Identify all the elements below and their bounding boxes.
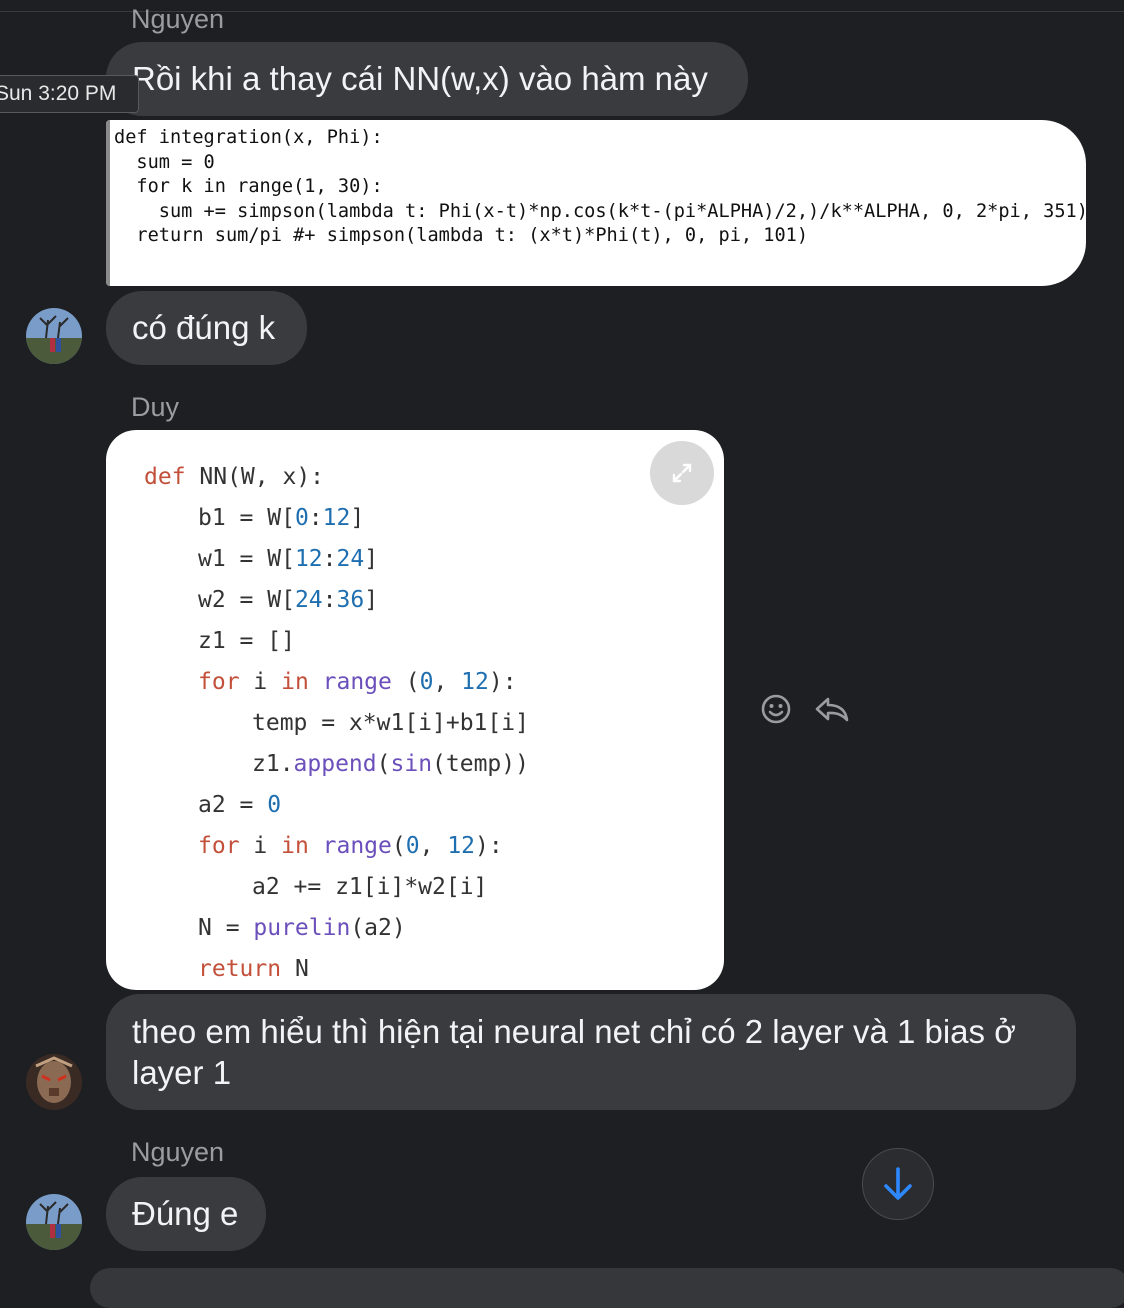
code-line: b1 = W[0:12]	[198, 505, 365, 531]
message-actions	[760, 693, 850, 725]
code-line: a2 = 0	[198, 792, 282, 818]
expand-icon	[672, 463, 692, 483]
avatar-photo-icon	[26, 1194, 82, 1250]
code-line: z1 = []	[198, 628, 295, 654]
expand-button[interactable]	[650, 441, 714, 505]
timestamp-tooltip: Sun 3:20 PM	[0, 75, 139, 113]
image-border	[106, 120, 110, 286]
message-bubble[interactable]: Đúng e	[106, 1177, 266, 1251]
message-bubble[interactable]: có đúng k	[106, 291, 307, 365]
code-line: N = purelin(a2)	[198, 915, 406, 941]
message-text: Rồi khi a thay cái NN(w,x) vào hàm này	[132, 60, 708, 97]
code-line: def NN(W, x):	[144, 464, 325, 490]
sender-name: Nguyen	[131, 1137, 225, 1167]
message-text: Đúng e	[132, 1195, 239, 1232]
message-bubble[interactable]: theo em hiểu thì hiện tại neural net chỉ…	[106, 994, 1076, 1110]
code-line: return N	[198, 956, 309, 982]
code-line: sum += simpson(lambda t: Phi(x-t)*np.cos…	[114, 200, 1086, 222]
message-text: theo em hiểu thì hiện tại neural net chỉ…	[132, 1013, 1016, 1050]
sender-name: Nguyen	[131, 4, 225, 34]
code-line: for k in range(1, 30):	[114, 176, 383, 198]
avatar-photo-icon	[26, 1054, 82, 1110]
code-line: sum = 0	[114, 151, 215, 173]
code-line: w2 = W[24:36]	[198, 587, 379, 613]
avatar-photo-icon	[26, 308, 82, 364]
code-line: def integration(x, Phi):	[114, 127, 383, 148]
avatar[interactable]	[26, 1054, 82, 1110]
avatar[interactable]	[26, 1194, 82, 1250]
code-image-attachment[interactable]: def NN(W, x): b1 = W[0:12] w1 = W[12:24]…	[106, 430, 724, 990]
sender-name: Duy	[131, 392, 180, 422]
code-line: for i in range(0, 12):	[198, 833, 503, 859]
smiley-icon[interactable]	[760, 693, 792, 725]
reply-icon[interactable]	[814, 693, 850, 725]
code-screenshot-image[interactable]: def integration(x, Phi): sum = 0 for k i…	[106, 120, 1086, 286]
message-text: có đúng k	[132, 309, 276, 346]
code-line: a2 += z1[i]*w2[i]	[252, 874, 488, 900]
message-bubble[interactable]: Rồi khi a thay cái NN(w,x) vào hàm này	[106, 42, 748, 116]
code-line: w1 = W[12:24]	[198, 546, 379, 572]
avatar[interactable]	[26, 308, 82, 364]
code-line: for i in range (0, 12):	[198, 669, 517, 695]
code-line: z1.append(sin(temp))	[252, 751, 529, 777]
code-line: return sum/pi #+ simpson(lambda t: (x*t)…	[114, 225, 809, 247]
next-message-bubble	[90, 1268, 1124, 1308]
scroll-to-bottom-button[interactable]	[862, 1148, 934, 1220]
code-line: temp = x*w1[i]+b1[i]	[252, 710, 529, 736]
message-text: layer 1	[132, 1054, 232, 1091]
arrow-down-icon	[884, 1167, 912, 1200]
